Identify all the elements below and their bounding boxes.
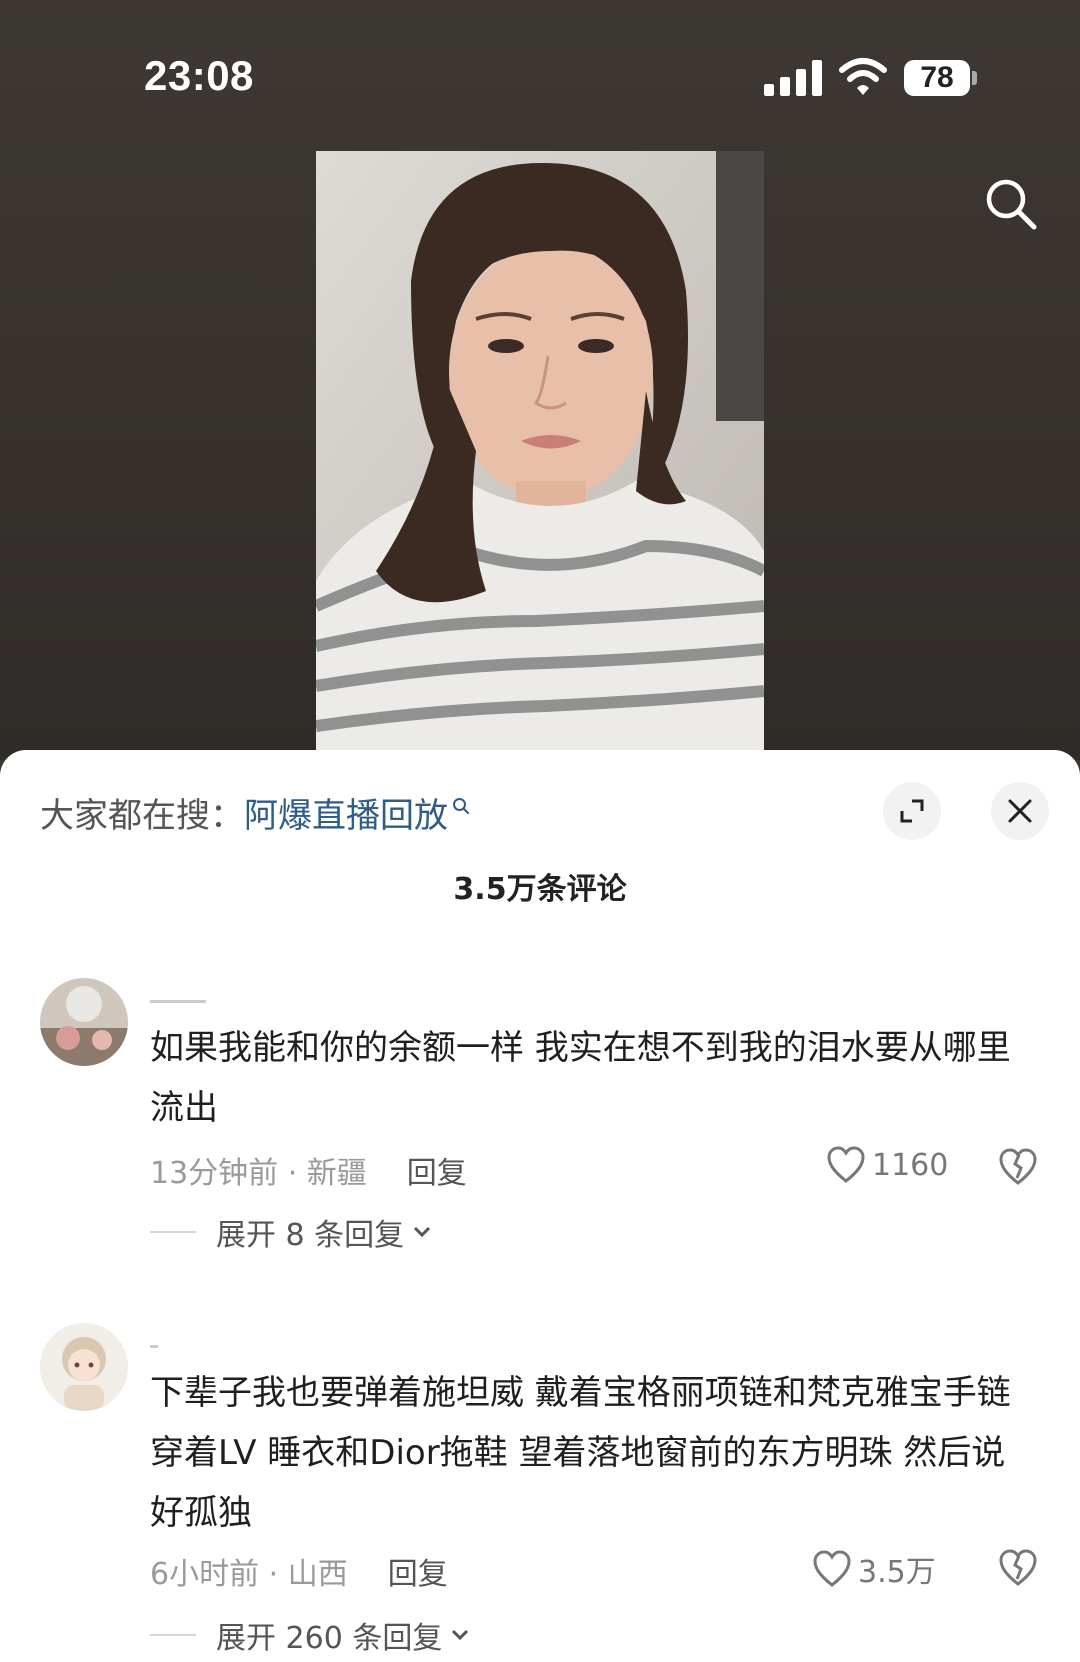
- signal-icon: [764, 60, 822, 96]
- like-count: 3.5万: [858, 1555, 936, 1590]
- heart-icon: [813, 1550, 851, 1587]
- like-button[interactable]: 1160: [826, 1146, 948, 1184]
- comment-meta: 13分钟前 · 新疆 回复: [150, 1148, 467, 1192]
- heart-icon: [827, 1146, 865, 1183]
- comment-meta: 6小时前 · 山西 回复: [150, 1549, 448, 1593]
- trending-search-link[interactable]: 大家都在搜： 阿爆直播回放: [40, 788, 470, 837]
- avatar[interactable]: [40, 1323, 128, 1411]
- broken-heart-icon[interactable]: [998, 1549, 1038, 1587]
- video-thumbnail[interactable]: [316, 151, 764, 751]
- username[interactable]: [150, 986, 206, 1014]
- comment-item: 如果我能和你的余额一样 我实在想不到我的泪水要从哪里流出 13分钟前 · 新疆 …: [0, 978, 1080, 1318]
- expand-replies-button[interactable]: 展开 8 条回复: [150, 1210, 432, 1254]
- battery-cap: [972, 71, 977, 85]
- search-icon[interactable]: [982, 175, 1040, 233]
- comment-text: 如果我能和你的余额一样 我实在想不到我的泪水要从哪里流出: [150, 1028, 1011, 1128]
- battery-icon: 78: [904, 60, 970, 96]
- reply-button[interactable]: 回复: [388, 1549, 448, 1593]
- expand-replies-label: 展开 8 条回复: [216, 1218, 405, 1253]
- divider-line: [150, 1634, 196, 1636]
- close-button[interactable]: [991, 782, 1049, 840]
- close-icon: [1008, 799, 1032, 823]
- chevron-down-icon: [414, 1226, 431, 1238]
- broken-heart-icon[interactable]: [998, 1148, 1038, 1186]
- comment-item: 下辈子我也要弹着施坦威 戴着宝格丽项链和梵克雅宝手链 穿着LV 睡衣和Dior拖…: [0, 1323, 1080, 1662]
- reply-button[interactable]: 回复: [407, 1148, 467, 1192]
- status-time: 23:08: [144, 52, 254, 99]
- comment-time-location: 13分钟前 · 新疆: [150, 1156, 367, 1191]
- trending-search-prefix: 大家都在搜：: [40, 796, 244, 836]
- divider-line: [150, 1231, 196, 1233]
- video-area[interactable]: 23:08 78: [0, 0, 1080, 760]
- username[interactable]: [150, 1331, 158, 1359]
- expand-icon: [900, 799, 924, 823]
- comment-text: 下辈子我也要弹着施坦威 戴着宝格丽项链和梵克雅宝手链 穿着LV 睡衣和Dior拖…: [150, 1373, 1011, 1533]
- avatar[interactable]: [40, 978, 128, 1066]
- status-bar: 23:08 78: [0, 0, 1080, 150]
- comment-time-location: 6小时前 · 山西: [150, 1557, 348, 1592]
- comment-sheet: 大家都在搜： 阿爆直播回放 3.5万条评论 如果我能和你的余额一样 我实在想不到…: [0, 750, 1080, 1662]
- like-count: 1160: [872, 1147, 949, 1183]
- expand-replies-label: 展开 260 条回复: [216, 1621, 443, 1656]
- like-button[interactable]: 3.5万: [812, 1547, 936, 1591]
- search-icon: [453, 797, 469, 814]
- battery-level: 78: [920, 61, 954, 94]
- trending-search-term[interactable]: 阿爆直播回放: [244, 788, 448, 837]
- chevron-down-icon: [452, 1629, 469, 1641]
- comment-count: 3.5万条评论: [453, 872, 627, 907]
- expand-button[interactable]: [883, 782, 941, 840]
- expand-replies-button[interactable]: 展开 260 条回复: [150, 1613, 470, 1657]
- wifi-icon: [839, 58, 887, 95]
